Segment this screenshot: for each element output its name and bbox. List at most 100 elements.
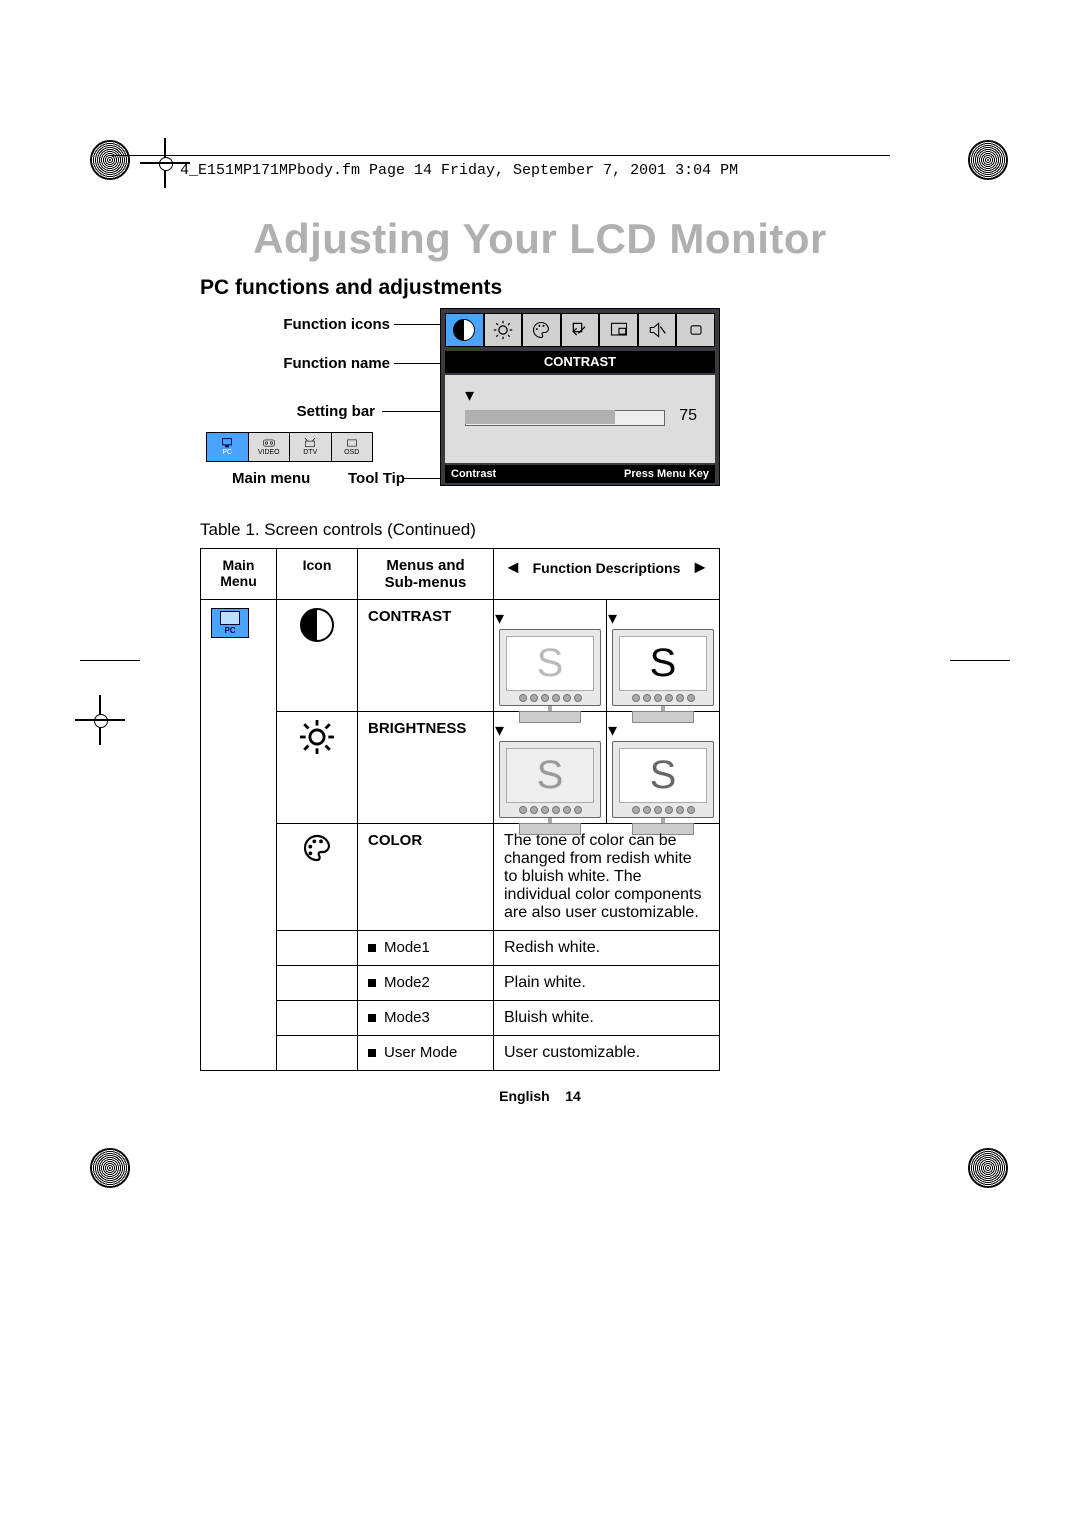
slider-fill bbox=[465, 410, 615, 424]
td-icon bbox=[277, 931, 358, 966]
osd-icon-row bbox=[445, 313, 715, 347]
screen-controls-table: Main Menu Icon Menus and Sub-menus ◄ Fun… bbox=[200, 548, 720, 1071]
right-arrow-icon: ► bbox=[691, 557, 709, 578]
th-main-menu: Main Menu bbox=[201, 549, 277, 600]
crop-mark bbox=[90, 140, 130, 180]
th-fd-label: Function Descriptions bbox=[522, 560, 691, 576]
footer-lang: English bbox=[499, 1088, 550, 1104]
crop-mark-line bbox=[80, 660, 140, 661]
td-icon bbox=[277, 712, 358, 824]
header-meta: 4_E151MP171MPbody.fm Page 14 Friday, Sep… bbox=[180, 162, 738, 179]
td-icon bbox=[277, 600, 358, 712]
osd-icon-contrast bbox=[445, 313, 484, 347]
td-menu: BRIGHTNESS bbox=[358, 712, 494, 824]
main-menu-tab-dtv: DTV bbox=[290, 433, 332, 461]
brightness-icon bbox=[493, 320, 513, 340]
main-menu-tabs: PC VIDEO DTV OSD bbox=[206, 432, 373, 462]
antenna-icon bbox=[302, 438, 318, 448]
monitor-icon bbox=[220, 611, 240, 625]
leader-line bbox=[404, 478, 444, 479]
td-desc: Bluish white. bbox=[494, 1001, 720, 1036]
td-main-menu-badge: PC bbox=[201, 600, 277, 1071]
monitor-sample-high: ▾S bbox=[608, 608, 718, 703]
header-rule bbox=[110, 155, 890, 157]
contrast-icon bbox=[300, 608, 334, 642]
osd-icon-mute bbox=[638, 313, 677, 347]
td-icon bbox=[277, 1001, 358, 1036]
label-main-menu: Main menu bbox=[232, 470, 310, 487]
td-desc: Redish white. bbox=[494, 931, 720, 966]
th-menus: Menus and Sub-menus bbox=[358, 549, 494, 600]
crop-mark bbox=[150, 148, 180, 178]
label-setting-bar: Setting bar bbox=[255, 403, 375, 420]
pc-badge-label: PC bbox=[224, 626, 235, 635]
osd-setting-bar bbox=[465, 410, 665, 424]
td-menu: Mode2 bbox=[358, 966, 494, 1001]
td-icon bbox=[277, 824, 358, 931]
td-desc: User customizable. bbox=[494, 1036, 720, 1071]
crop-mark bbox=[968, 1148, 1008, 1188]
td-desc: Plain white. bbox=[494, 966, 720, 1001]
th-icon: Icon bbox=[277, 549, 358, 600]
crop-mark bbox=[968, 140, 1008, 180]
osd-tooltip-left: Contrast bbox=[451, 468, 496, 480]
table-caption: Table 1. Screen controls (Continued) bbox=[200, 520, 476, 540]
brightness-icon bbox=[300, 741, 334, 758]
page-footer: English 14 bbox=[0, 1088, 1080, 1104]
mute-icon bbox=[647, 320, 667, 340]
main-menu-tab-label: OSD bbox=[344, 449, 359, 456]
td-menu: User Mode bbox=[358, 1036, 494, 1071]
td-menu: Mode3 bbox=[358, 1001, 494, 1036]
exit-icon bbox=[686, 320, 706, 340]
osd-value: 75 bbox=[679, 407, 697, 425]
palette-icon bbox=[531, 320, 551, 340]
monitor-icon bbox=[219, 438, 235, 448]
osd-icon-reset bbox=[561, 313, 600, 347]
osd-icon-pip bbox=[599, 313, 638, 347]
crop-mark-line bbox=[950, 660, 1010, 661]
osd-icon-palette bbox=[522, 313, 561, 347]
osd-icon-brightness bbox=[484, 313, 523, 347]
main-menu-tab-video: VIDEO bbox=[249, 433, 291, 461]
monitor-sample-low: ▾S bbox=[495, 608, 605, 703]
bullet-icon bbox=[368, 1014, 376, 1022]
bullet-icon bbox=[368, 979, 376, 987]
crop-mark bbox=[90, 1148, 130, 1188]
bullet-icon bbox=[368, 944, 376, 952]
leader-line bbox=[394, 324, 440, 325]
label-function-icons: Function icons bbox=[250, 316, 390, 333]
box-icon bbox=[344, 438, 360, 448]
monitor-sample-high: ▾S bbox=[608, 720, 718, 815]
section-heading: PC functions and adjustments bbox=[200, 276, 502, 300]
pc-badge: PC bbox=[211, 608, 249, 638]
main-menu-tab-pc: PC bbox=[207, 433, 249, 461]
td-menu: COLOR bbox=[358, 824, 494, 931]
label-tool-tip: Tool Tip bbox=[348, 470, 405, 487]
td-menu: CONTRAST bbox=[358, 600, 494, 712]
main-menu-tab-label: VIDEO bbox=[258, 449, 280, 456]
pip-icon bbox=[609, 320, 629, 340]
main-menu-tab-label: PC bbox=[222, 449, 232, 456]
tape-icon bbox=[261, 438, 277, 448]
monitor-sample-low: ▾S bbox=[495, 720, 605, 815]
td-desc: ▾S ▾S bbox=[494, 712, 720, 824]
left-arrow-icon: ◄ bbox=[504, 557, 522, 578]
bullet-icon bbox=[368, 1049, 376, 1057]
marker-icon: ▾ bbox=[465, 385, 474, 406]
osd-panel: CONTRAST ▾ 75 Contrast Press Menu Key bbox=[440, 308, 720, 486]
footer-page: 14 bbox=[565, 1088, 581, 1104]
label-function-name: Function name bbox=[250, 355, 390, 372]
osd-tooltip-bar: Contrast Press Menu Key bbox=[445, 465, 715, 483]
reset-icon bbox=[570, 320, 590, 340]
td-desc: The tone of color can be changed from re… bbox=[494, 824, 720, 931]
td-desc: ▾S ▾S bbox=[494, 600, 720, 712]
td-icon bbox=[277, 1036, 358, 1071]
osd-tooltip-right: Press Menu Key bbox=[624, 468, 709, 480]
page-title: Adjusting Your LCD Monitor bbox=[0, 215, 1080, 263]
osd-body: ▾ 75 bbox=[445, 375, 715, 463]
main-menu-tab-osd: OSD bbox=[332, 433, 373, 461]
palette-icon bbox=[301, 851, 333, 868]
osd-function-name: CONTRAST bbox=[445, 351, 715, 373]
th-function-descriptions: ◄ Function Descriptions ► bbox=[494, 549, 720, 600]
crop-mark bbox=[85, 705, 115, 735]
